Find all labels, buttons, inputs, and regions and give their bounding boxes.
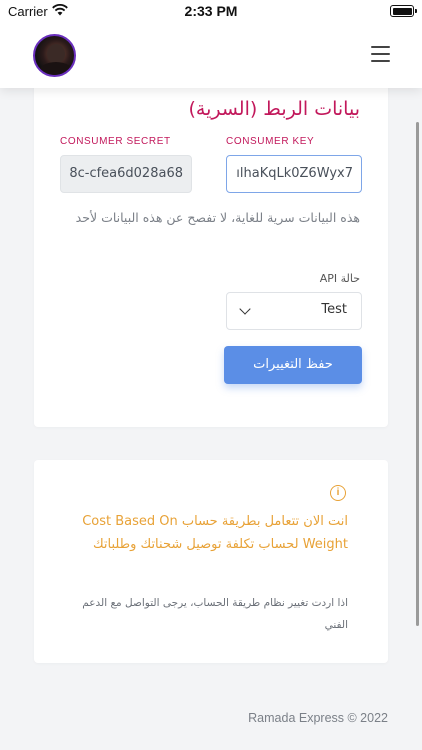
credentials-card: بيانات الربط (السرية) CONSUMER SECRET CO…	[34, 80, 388, 427]
api-status-select[interactable]: Test	[226, 292, 362, 330]
consumer-key-field[interactable]: ılhaKqLk0Z6Wyx7	[226, 155, 362, 193]
hamburger-menu-icon[interactable]	[371, 46, 390, 62]
save-changes-button[interactable]: حفظ التغييرات	[224, 346, 362, 384]
consumer-key-label: CONSUMER KEY	[226, 136, 315, 147]
info-icon: i	[330, 485, 346, 501]
credentials-title: بيانات الربط (السرية)	[188, 98, 360, 120]
footer-copyright: Ramada Express © 2022	[248, 711, 388, 725]
status-time: 2:33 PM	[184, 3, 238, 19]
contact-support-note: اذا اردت تغيير نظام طريقة الحساب، يرجى ا…	[82, 597, 348, 631]
consumer-secret-field[interactable]: 8c-cfea6d028a68	[60, 155, 192, 193]
api-status-value: Test	[321, 302, 347, 317]
status-bar: Carrier 2:33 PM	[0, 0, 422, 24]
api-status-label: حالة API	[319, 272, 360, 285]
pricing-notice-card: i انت الان تتعامل بطريقة حساب Cost Based…	[34, 460, 388, 663]
user-avatar[interactable]	[33, 34, 76, 77]
consumer-key-value: ılhaKqLk0Z6Wyx7	[236, 166, 353, 181]
consumer-secret-value: 8c-cfea6d028a68	[69, 166, 183, 181]
pricing-method-notice: انت الان تتعامل بطريقة حساب Cost Based O…	[82, 514, 348, 552]
consumer-secret-label: CONSUMER SECRET	[60, 136, 171, 147]
battery-icon	[390, 5, 417, 17]
scrollbar[interactable]	[416, 122, 419, 626]
chevron-down-icon	[239, 303, 251, 315]
app-header	[0, 24, 422, 88]
secrecy-warning: هذه البيانات سرية للغاية، لا تفصح عن هذه…	[75, 210, 360, 225]
